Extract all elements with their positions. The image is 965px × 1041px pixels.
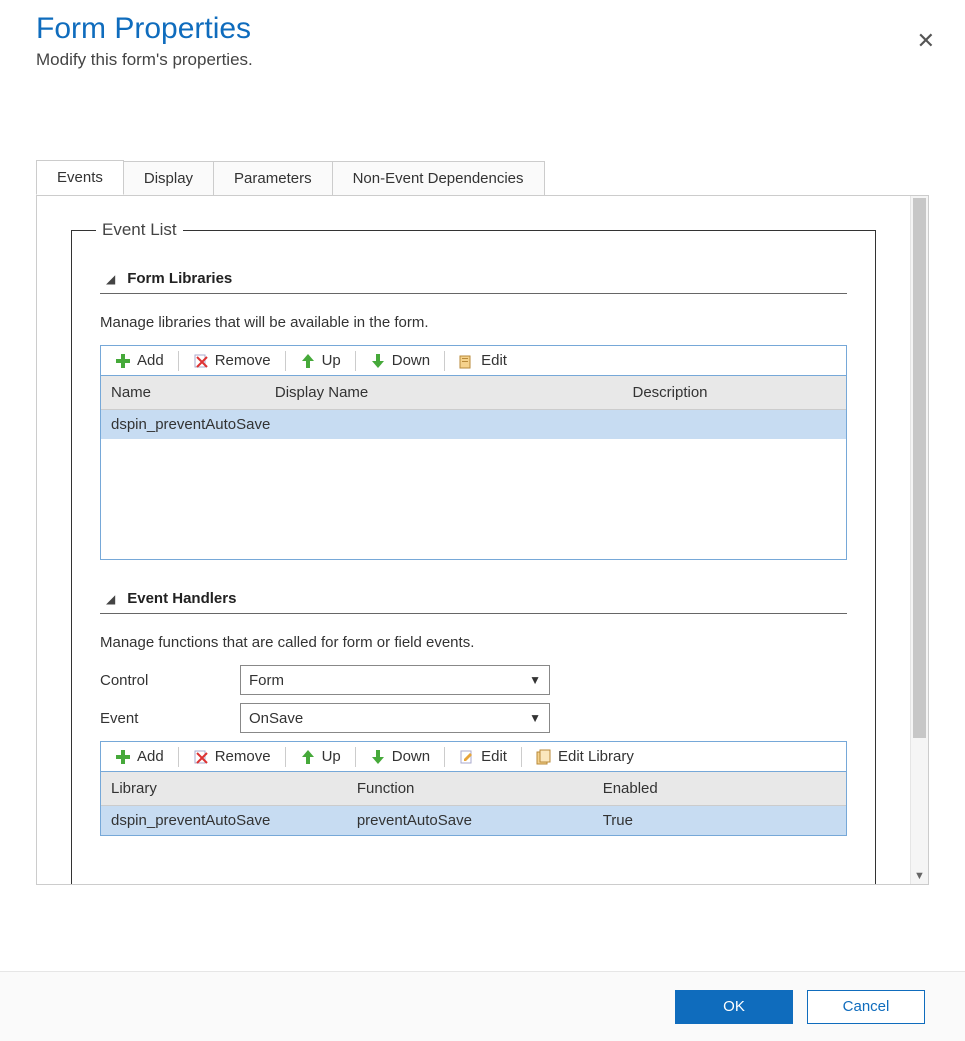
cell-name: dspin_preventAutoSave xyxy=(101,410,265,439)
event-select[interactable]: OnSave ▼ xyxy=(240,703,550,733)
library-icon xyxy=(536,749,552,765)
remove-button[interactable]: Remove xyxy=(185,350,279,371)
dialog-footer: OK Cancel xyxy=(0,971,965,1041)
cell-library: dspin_preventAutoSave xyxy=(101,806,347,835)
add-button[interactable]: Add xyxy=(107,746,172,767)
cell-enabled: True xyxy=(593,806,846,835)
page-subtitle: Modify this form's properties. xyxy=(36,50,929,70)
col-display-name[interactable]: Display Name xyxy=(265,376,623,409)
event-handlers-toolbar: Add Remove Up Down xyxy=(100,741,847,771)
up-button[interactable]: Up xyxy=(292,350,349,371)
scroll-down-icon[interactable]: ▼ xyxy=(911,870,928,882)
cell-description xyxy=(622,410,846,439)
scroll-thumb[interactable] xyxy=(913,198,926,738)
page-title: Form Properties xyxy=(36,12,929,46)
col-function[interactable]: Function xyxy=(347,772,593,805)
down-button[interactable]: Down xyxy=(362,350,438,371)
table-row[interactable]: dspin_preventAutoSave xyxy=(101,410,846,439)
ok-button[interactable]: OK xyxy=(675,990,793,1024)
arrow-down-icon xyxy=(370,749,386,765)
tab-non-event-dependencies[interactable]: Non-Event Dependencies xyxy=(332,161,545,195)
tab-bar: Events Display Parameters Non-Event Depe… xyxy=(36,160,965,195)
table-row[interactable]: dspin_preventAutoSave preventAutoSave Tr… xyxy=(101,806,846,835)
arrow-up-icon xyxy=(300,353,316,369)
collapse-icon[interactable]: ◢ xyxy=(106,592,115,606)
form-libraries-grid: Name Display Name Description dspin_prev… xyxy=(100,375,847,560)
remove-icon xyxy=(193,353,209,369)
col-enabled[interactable]: Enabled xyxy=(593,772,846,805)
chevron-down-icon: ▼ xyxy=(529,673,541,687)
down-button[interactable]: Down xyxy=(362,746,438,767)
event-label: Event xyxy=(100,710,240,727)
edit-button[interactable]: Edit xyxy=(451,746,515,767)
col-description[interactable]: Description xyxy=(622,376,846,409)
up-button[interactable]: Up xyxy=(292,746,349,767)
chevron-down-icon: ▼ xyxy=(529,711,541,725)
remove-button[interactable]: Remove xyxy=(185,746,279,767)
event-handlers-title: Event Handlers xyxy=(127,590,236,607)
arrow-down-icon xyxy=(370,353,386,369)
cell-function: preventAutoSave xyxy=(347,806,593,835)
form-libraries-title: Form Libraries xyxy=(127,270,232,287)
remove-icon xyxy=(193,749,209,765)
event-handlers-grid: Library Function Enabled dspin_preventAu… xyxy=(100,771,847,836)
edit-library-button[interactable]: Edit Library xyxy=(528,746,642,767)
plus-icon xyxy=(115,353,131,369)
arrow-up-icon xyxy=(300,749,316,765)
control-select[interactable]: Form ▼ xyxy=(240,665,550,695)
tab-parameters[interactable]: Parameters xyxy=(213,161,333,195)
vertical-scrollbar[interactable]: ▼ xyxy=(910,196,928,884)
close-icon[interactable]: ✕ xyxy=(917,30,935,52)
form-libraries-section: ◢ Form Libraries Manage libraries that w… xyxy=(100,270,847,560)
col-library[interactable]: Library xyxy=(101,772,347,805)
cell-display-name xyxy=(265,410,623,439)
tab-display[interactable]: Display xyxy=(123,161,214,195)
pencil-icon xyxy=(459,749,475,765)
form-libraries-toolbar: Add Remove Up Down xyxy=(100,345,847,375)
cancel-button[interactable]: Cancel xyxy=(807,990,925,1024)
form-libraries-desc: Manage libraries that will be available … xyxy=(100,314,847,331)
col-name[interactable]: Name xyxy=(101,376,265,409)
add-button[interactable]: Add xyxy=(107,350,172,371)
tab-events[interactable]: Events xyxy=(36,160,124,195)
edit-button[interactable]: Edit xyxy=(451,350,515,371)
event-list-fieldset: Event List ◢ Form Libraries Manage libra… xyxy=(71,220,876,884)
event-handlers-desc: Manage functions that are called for for… xyxy=(100,634,847,651)
event-handlers-section: ◢ Event Handlers Manage functions that a… xyxy=(100,590,847,836)
edit-icon xyxy=(459,353,475,369)
collapse-icon[interactable]: ◢ xyxy=(106,272,115,286)
plus-icon xyxy=(115,749,131,765)
control-label: Control xyxy=(100,672,240,689)
event-list-legend: Event List xyxy=(96,220,183,240)
